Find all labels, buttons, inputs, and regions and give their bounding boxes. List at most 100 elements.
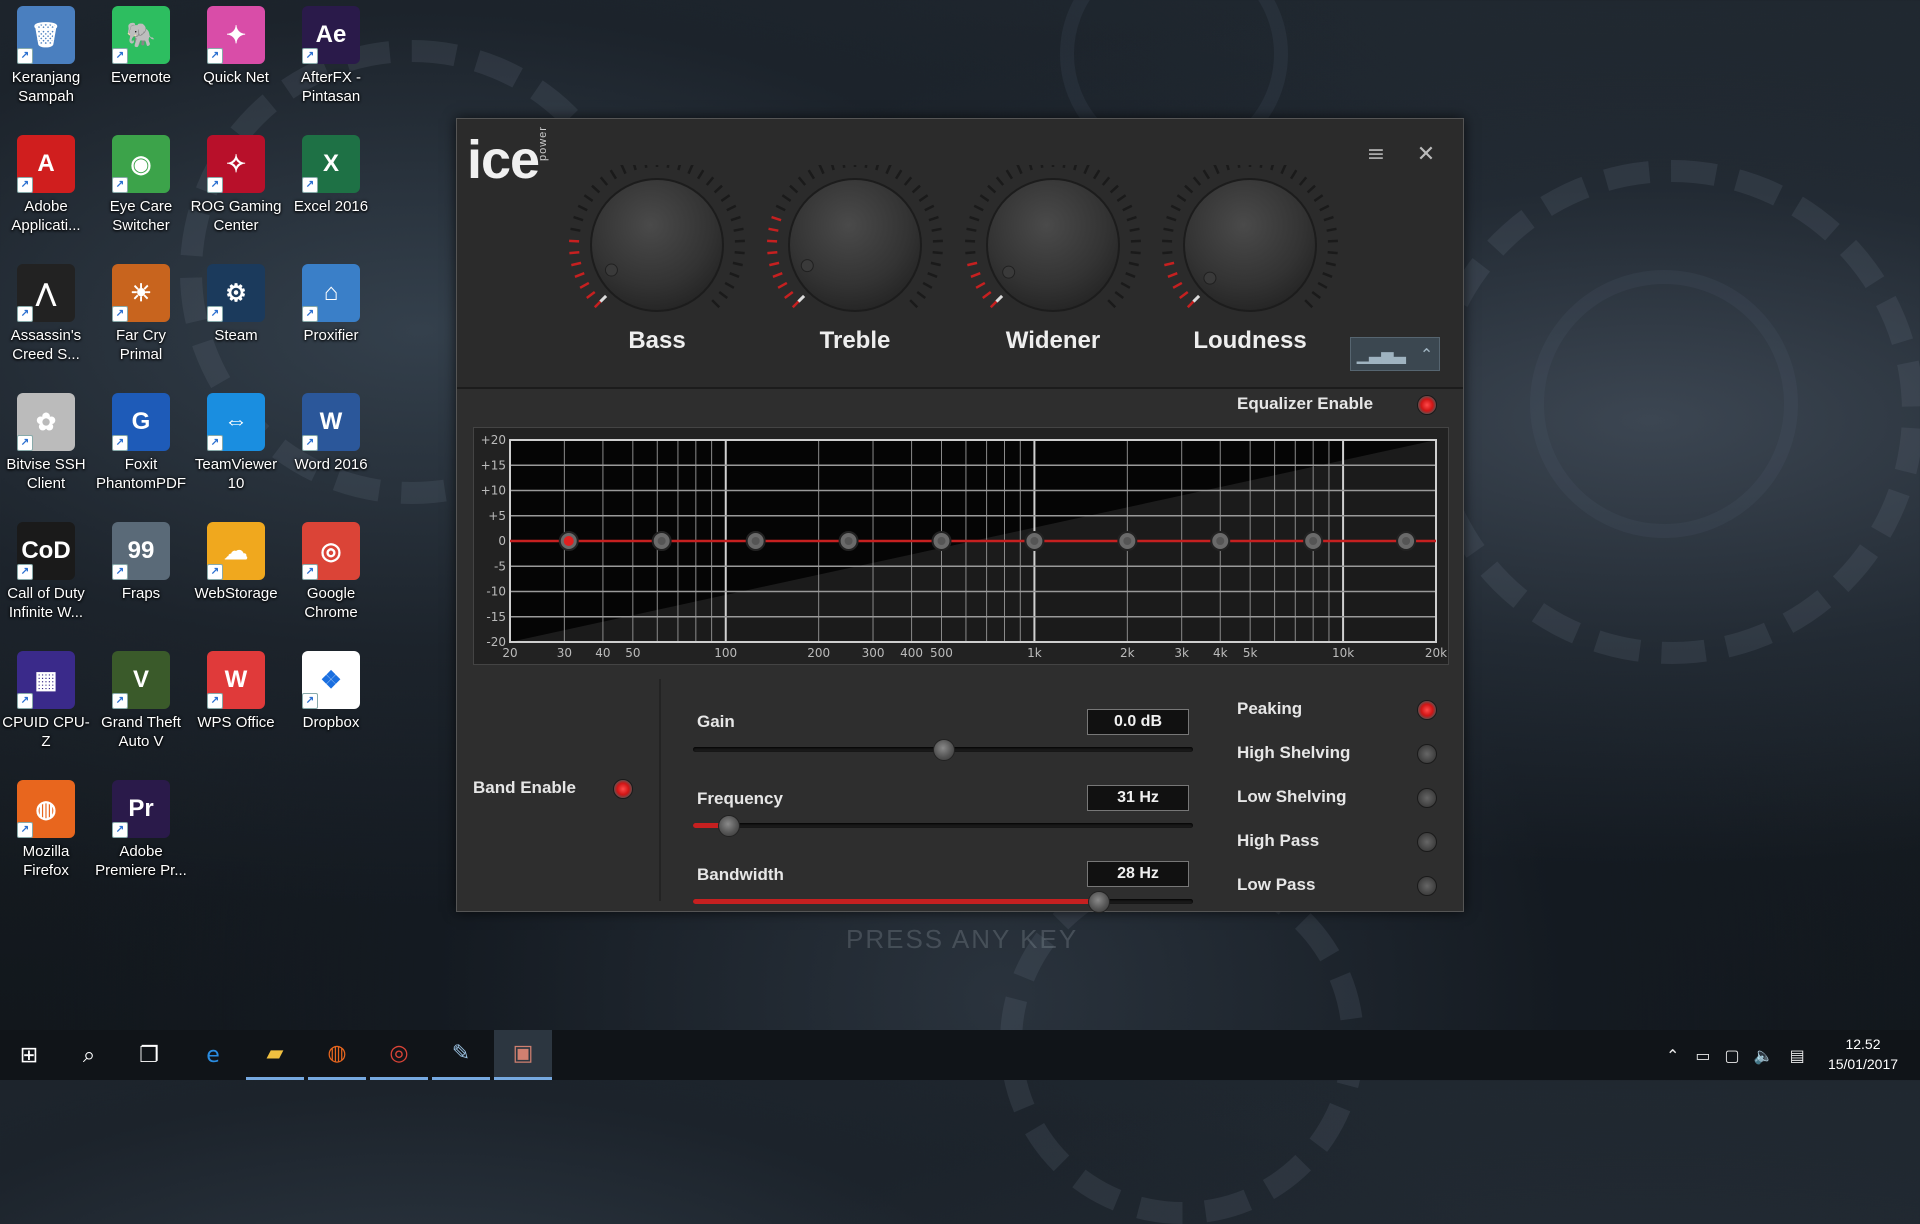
knob-treble[interactable]: Treble (767, 165, 943, 365)
desktop-icon[interactable]: Pr↗Adobe Premiere Pr... (95, 780, 187, 880)
eq-x-tick-label: 3k (1174, 646, 1189, 660)
bandwidth-slider-thumb[interactable] (1088, 891, 1110, 913)
bar-chart-icon: ▁▃▅▃ (1357, 345, 1406, 364)
taskbar-file-explorer[interactable]: ▰ (246, 1030, 304, 1080)
knob-tick (913, 186, 920, 193)
desktop-icon-label: Fraps (95, 584, 187, 603)
desktop-icon[interactable]: 🗑↗Keranjang Sampah (0, 6, 92, 106)
frequency-value-field[interactable]: 31 Hz (1087, 785, 1189, 811)
close-icon[interactable]: ✕ (1412, 141, 1440, 169)
knob-bass[interactable]: Bass (569, 165, 745, 365)
eq-band-handle-center (752, 537, 760, 545)
desktop-icon[interactable]: CoD↗Call of Duty Infinite W... (0, 522, 92, 622)
desktop-icon[interactable]: 🐘↗Evernote (95, 6, 187, 87)
filter-type-radio-peaking[interactable] (1417, 700, 1437, 720)
desktop-icon[interactable]: W↗Word 2016 (285, 393, 377, 474)
chevron-up-icon: ⌃ (1420, 345, 1433, 364)
desktop-icon[interactable]: ◍↗Mozilla Firefox (0, 780, 92, 880)
knob-tick (1271, 165, 1274, 170)
taskbar-edge[interactable]: e (184, 1030, 242, 1080)
task-view-button[interactable]: ❐ (120, 1030, 178, 1080)
action-center-icon[interactable]: ▤ (1790, 1046, 1805, 1065)
taskbar-icepower[interactable]: ▣ (494, 1030, 552, 1080)
desktop-icon[interactable]: 99↗Fraps (95, 522, 187, 603)
knob-tick (580, 283, 589, 288)
premiere-icon: Pr↗ (112, 780, 170, 838)
volume-icon[interactable]: 🔈 (1754, 1046, 1774, 1065)
knob-tick (712, 300, 719, 307)
windows-logo-icon: ⊞ (20, 1043, 38, 1068)
desktop-icon[interactable]: ▦↗CPUID CPU-Z (0, 651, 92, 751)
filter-type-radio-high-pass[interactable] (1417, 832, 1437, 852)
taskbar-app[interactable]: ✎ (432, 1030, 490, 1080)
desktop-icon[interactable]: ◉↗Eye Care Switcher (95, 135, 187, 235)
divider (659, 679, 661, 901)
knob-tick (776, 206, 785, 210)
desktop-icon[interactable]: ✦↗Quick Net (190, 6, 282, 87)
equalizer-enable-toggle[interactable] (1417, 395, 1437, 415)
gain-slider[interactable] (693, 747, 1193, 752)
desktop-icon[interactable]: ⚙↗Steam (190, 264, 282, 345)
eq-band-handle-center (845, 537, 853, 545)
desktop-icon[interactable]: ❖↗Dropbox (285, 651, 377, 732)
desktop-icon[interactable]: Ae↗AfterFX - Pintasan (285, 6, 377, 106)
desktop-icon[interactable]: ☁↗WebStorage (190, 522, 282, 603)
desktop-icon[interactable]: ✿↗Bitvise SSH Client (0, 393, 92, 493)
desktop-icon[interactable]: ⌂↗Proxifier (285, 264, 377, 345)
band-enable-toggle[interactable] (613, 779, 633, 799)
desktop-icon[interactable]: V↗Grand Theft Auto V (95, 651, 187, 751)
filter-type-radio-low-shelving[interactable] (1417, 788, 1437, 808)
desktop-icon[interactable]: ✧↗ROG Gaming Center (190, 135, 282, 235)
knob-tick (773, 273, 782, 277)
filter-type-radio-high-shelving[interactable] (1417, 744, 1437, 764)
knob-tick (733, 263, 743, 265)
eq-band-handle-selected (564, 536, 574, 546)
desktop-icon[interactable]: X↗Excel 2016 (285, 135, 377, 216)
frequency-slider-thumb[interactable] (718, 815, 740, 837)
shortcut-arrow-icon: ↗ (207, 306, 223, 322)
knob-tick (928, 273, 937, 277)
start-button[interactable]: ⊞ (0, 1030, 58, 1080)
desktop-icon[interactable]: ◎↗Google Chrome (285, 522, 377, 622)
desktop-icon[interactable]: ⋀↗Assassin's Creed S... (0, 264, 92, 364)
eq-view-toggle-button[interactable]: ▁▃▅▃ ⌃ (1350, 337, 1440, 371)
taskbar-firefox[interactable]: ◍ (308, 1030, 366, 1080)
taskbar-chrome[interactable]: ◎ (370, 1030, 428, 1080)
knob-body (1184, 179, 1316, 311)
power-icon[interactable]: ▭ (1695, 1046, 1710, 1065)
knob-tick (925, 206, 934, 210)
knob-loudness[interactable]: Loudness (1162, 165, 1338, 365)
knob-tick (584, 195, 592, 201)
show-hidden-icons-icon[interactable]: ⌃ (1666, 1046, 1679, 1065)
desktop-icon[interactable]: W↗WPS Office (190, 651, 282, 732)
gain-slider-thumb[interactable] (933, 739, 955, 761)
frequency-slider[interactable] (693, 823, 1193, 828)
knob-tick (1314, 195, 1322, 201)
desktop-icon[interactable]: A↗Adobe Applicati... (0, 135, 92, 235)
clock[interactable]: 12.52 15/01/2017 (1808, 1034, 1918, 1074)
webstorage-icon: ☁↗ (207, 522, 265, 580)
knob-tick (1094, 170, 1099, 179)
evernote-icon: 🐘↗ (112, 6, 170, 64)
knob-tick (929, 217, 938, 220)
taskbar: ⊞ ⌕ ❐ e ▰ ◍ ◎ ✎ ▣ ⌃ ▭ ▢ 🔈 ▤ 12.52 15/01/… (0, 1030, 1920, 1080)
eq-x-tick-label: 100 (714, 646, 737, 660)
wallpaper-press-any-key: PRESS ANY KEY (846, 924, 1078, 955)
gain-value-field[interactable]: 0.0 dB (1087, 709, 1189, 735)
knob-tick (1115, 292, 1123, 298)
desktop-icon[interactable]: G↗Foxit PhantomPDF (95, 393, 187, 493)
knob-dial (1162, 165, 1338, 325)
desktop-icon[interactable]: ⇔↗TeamViewer 10 (190, 393, 282, 493)
search-button[interactable]: ⌕ (60, 1030, 118, 1080)
filter-type-label: High Shelving (1237, 743, 1350, 763)
hamburger-menu-icon[interactable]: ≡ (1362, 141, 1390, 169)
knob-widener[interactable]: Widener (965, 165, 1141, 365)
knob-tick (809, 170, 814, 179)
bandwidth-value-field[interactable]: 28 Hz (1087, 861, 1189, 887)
search-icon: ⌕ (83, 1043, 95, 1068)
network-icon[interactable]: ▢ (1725, 1046, 1740, 1065)
desktop-icon[interactable]: ☀↗Far Cry Primal (95, 264, 187, 364)
filter-type-radio-low-pass[interactable] (1417, 876, 1437, 896)
eq-graph[interactable]: +20+15+10+50-5-10-15-2020304050100200300… (473, 427, 1449, 665)
bandwidth-slider[interactable] (693, 899, 1193, 904)
